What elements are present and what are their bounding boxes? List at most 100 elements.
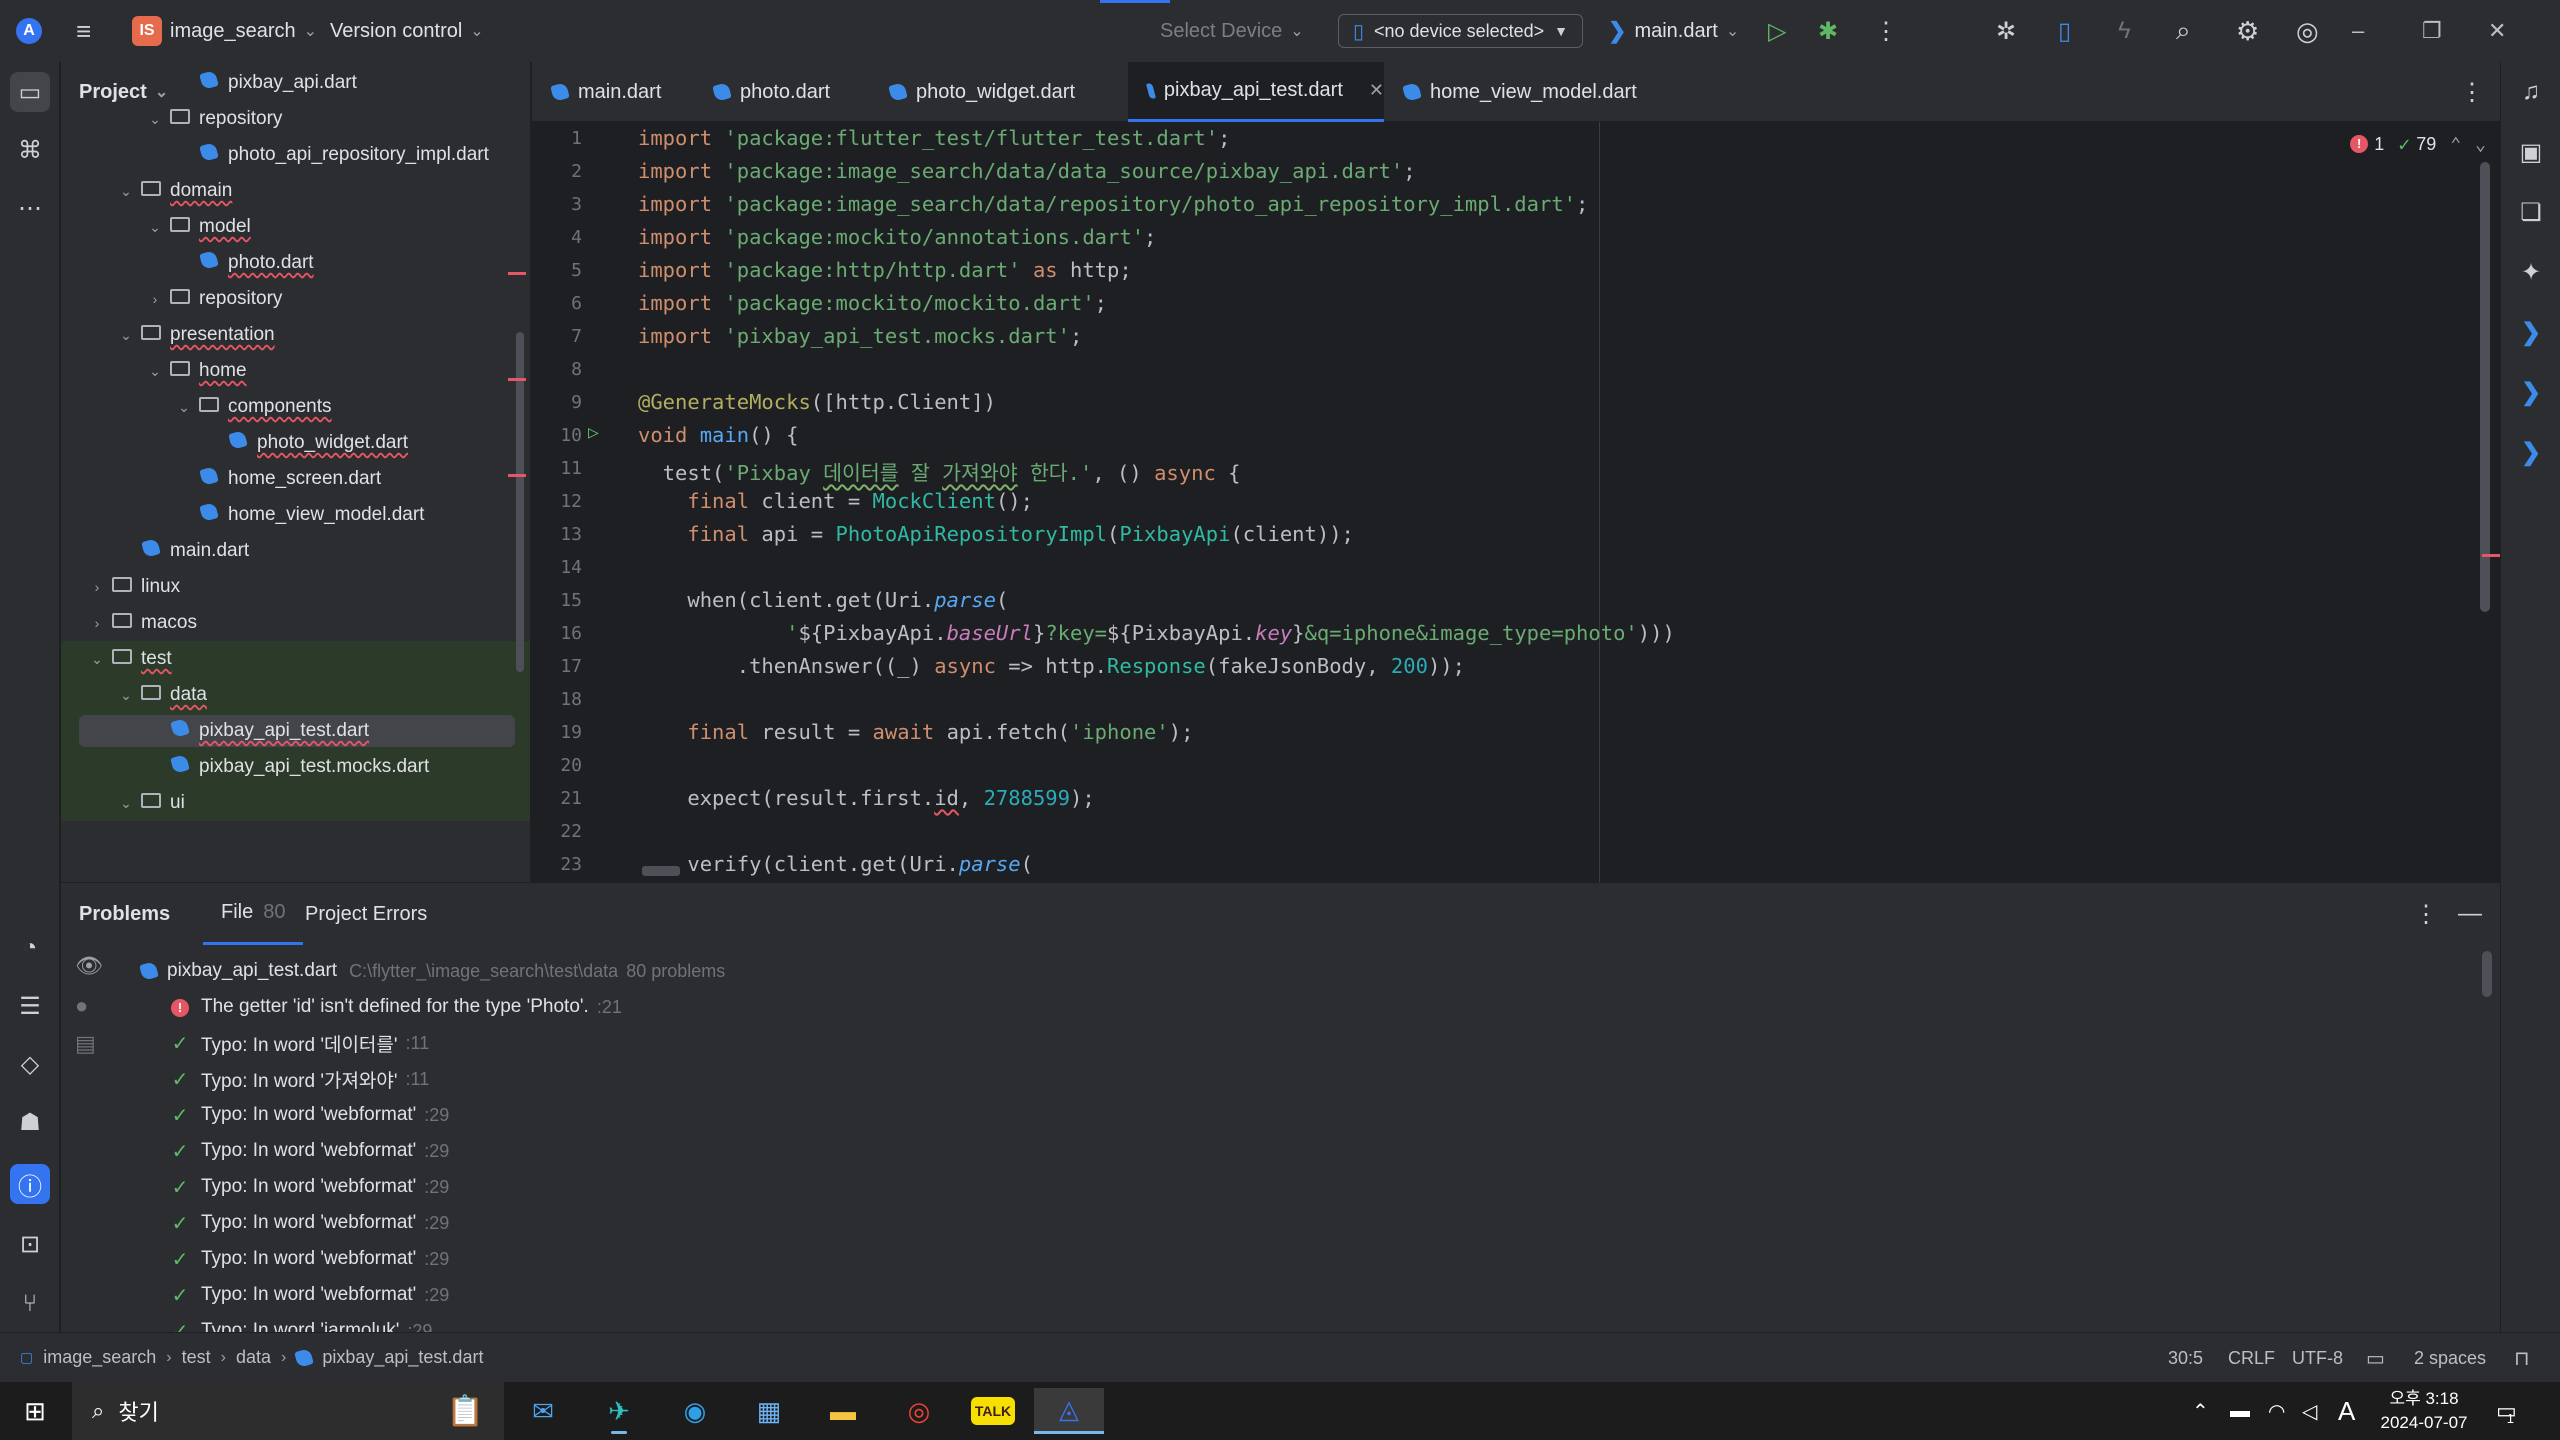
project-tool-button[interactable]: ▭ [10,72,50,112]
tree-folder[interactable]: ⌄ ui [61,785,530,821]
problems-scrollbar[interactable] [2482,951,2492,997]
git-tool-button[interactable]: ⑂ [10,1284,50,1324]
problem-typo-row[interactable]: ✓ Typo: In word 'webformat':29 [169,1277,450,1313]
run-test-gutter-icon[interactable]: ▷ [588,422,599,443]
chevron-right-icon[interactable]: › [85,615,109,631]
start-button[interactable]: ⊞ [0,1382,70,1440]
tree-folder[interactable]: ⌄ domain [61,173,530,209]
chevron-up-icon[interactable]: ⌃ [2450,134,2461,155]
breadcrumb-item[interactable]: test [182,1347,211,1368]
flutter-performance-button[interactable]: ◔ [10,928,50,968]
dart-analysis-button[interactable]: ◇ [10,1044,50,1084]
minimize-button[interactable]: – [2352,0,2412,62]
hot-reload-button[interactable]: ϟ [2118,0,2131,62]
run-button[interactable]: ▷ [1768,0,1786,62]
tree-folder[interactable]: › macos [61,605,530,641]
notifications-button[interactable]: ♫ [2511,72,2551,112]
editor-tab[interactable]: home_view_model.dart [1384,62,1644,122]
tree-file[interactable]: photo_api_repository_impl.dart [61,137,530,173]
run-config-dropdown[interactable]: ❯ main.dart ⌄ [1608,0,1739,62]
lightbulb-icon[interactable]: ● [75,993,88,1019]
debug-button[interactable]: ✱ [1818,0,1838,62]
tab-actions-button[interactable]: ⋮ [2460,62,2484,122]
chevron-down-icon[interactable]: ⌄ [114,327,138,344]
taskbar-search[interactable]: ⌕ 찾기 📋 [72,1382,504,1440]
battery-icon[interactable]: ▬ [2230,1382,2250,1440]
breadcrumb-item[interactable]: data [236,1347,271,1368]
tree-file[interactable]: pixbay_api.dart [61,65,530,101]
notification-center[interactable]: ▭ 1 [2496,1382,2517,1440]
editor-tab-active[interactable]: pixbay_api_test.dart ✕ [1128,62,1384,122]
explorer-app[interactable]: ▬ [808,1388,878,1434]
problems-tool-button[interactable]: ⓘ [10,1164,50,1204]
wifi-icon[interactable]: ◠ [2268,1382,2285,1440]
chrome-app[interactable]: ◎ [884,1388,954,1434]
close-tab-icon[interactable]: ✕ [1369,80,1384,101]
chevron-down-icon[interactable]: ⌄ [114,183,138,200]
gemini-button[interactable]: ✦ [2511,252,2551,292]
flutter-inspector-side-button[interactable]: ❯ [2511,372,2551,412]
hide-panel-button[interactable]: — [2458,883,2482,945]
kakaotalk-app[interactable]: TALK [958,1388,1028,1434]
tree-file[interactable]: main.dart [61,533,530,569]
inspection-widget[interactable]: ! 1 ✓ 79 ⌃ ⌄ [2350,132,2486,156]
device-mirroring-button[interactable]: ▣ [2511,132,2551,172]
close-window-button[interactable]: ✕ [2488,0,2548,62]
problem-typo-row[interactable]: ✓ Typo: In word 'webformat':29 [169,1205,450,1241]
mail-app[interactable]: ✉ [508,1388,578,1434]
more-actions-button[interactable]: ⋮ [1874,0,1898,62]
volume-icon[interactable]: ◁ [2302,1382,2317,1440]
tree-folder[interactable]: ⌄ repository [61,101,530,137]
account-button[interactable]: ◎ [2296,0,2319,62]
tree-file[interactable]: pixbay_api_test.mocks.dart [61,749,530,785]
project-switcher[interactable]: IS image_search ⌄ [132,0,317,62]
store-app[interactable]: ▦ [734,1388,804,1434]
code-editor[interactable]: ! 1 ✓ 79 ⌃ ⌄ 1 2 3 4 5 6 7 8 9 10 11 12 13 14 15 16 17 18… [532,122,2500,882]
tree-folder[interactable]: › linux [61,569,530,605]
lock-icon[interactable]: ⊓ [2514,1333,2530,1383]
device-manager-button[interactable]: ▯ [2058,0,2071,62]
clock[interactable]: 오후 3:18 2024-07-07 [2374,1382,2474,1440]
error-stripe-mark[interactable] [2482,554,2500,557]
line-ending[interactable]: CRLF [2228,1333,2275,1383]
tree-folder[interactable]: ⌄ components [61,389,530,425]
problems-options-button[interactable]: ⋮ [2414,883,2438,945]
chevron-down-icon[interactable]: ⌄ [143,219,167,236]
tree-file[interactable]: home_screen.dart [61,461,530,497]
chevron-down-icon[interactable]: ⌄ [172,399,196,416]
chevron-right-icon[interactable]: › [143,291,167,307]
editor-scrollbar[interactable] [2480,162,2490,612]
editor-tab[interactable]: photo.dart [694,62,870,122]
chevron-down-icon[interactable]: ⌄ [143,111,167,128]
chevron-down-icon[interactable]: ⌄ [85,651,109,668]
android-studio-app[interactable]: ◬ [1034,1388,1104,1434]
structure-tool-button[interactable]: ⌘ [10,130,50,170]
chevron-down-icon[interactable]: ⌄ [114,687,138,704]
problem-typo-row[interactable]: ✓ Typo: In word 'webformat':29 [169,1133,450,1169]
flutter-inspector-button[interactable]: ✲ [1996,0,2016,62]
file-encoding[interactable]: UTF-8 [2292,1333,2343,1383]
vcs-menu[interactable]: Version control ⌄ [330,0,484,62]
select-device-dropdown[interactable]: Select Device ⌄ [1160,0,1304,62]
tree-folder[interactable]: ⌄ presentation [61,317,530,353]
chevron-down-icon[interactable]: ⌄ [2475,134,2486,155]
running-devices-button[interactable]: ❏ [2511,192,2551,232]
problem-file-row[interactable]: pixbay_api_test.dart C:\flytter_\image_s… [139,953,725,989]
indent-setting[interactable]: 2 spaces [2414,1333,2486,1383]
tab-file-problems[interactable]: File 80 [203,883,304,945]
tree-folder[interactable]: ⌄ test [61,641,530,677]
eye-icon[interactable]: 👁 [75,953,103,979]
chevron-down-icon[interactable]: ⌄ [143,363,167,380]
tree-folder[interactable]: ⌄ home [61,353,530,389]
problem-typo-row[interactable]: ✓ Typo: In word 'webformat':29 [169,1097,450,1133]
more-tools-button[interactable]: ⋯ [10,188,50,228]
context-icon[interactable]: ▭ [2366,1333,2385,1383]
tree-file[interactable]: pixbay_api_test.dart [61,713,530,749]
restore-button[interactable]: ❐ [2422,0,2482,62]
problem-typo-row[interactable]: ✓ Typo: In word '가져와야':11 [169,1061,430,1097]
settings-button[interactable]: ⚙ [2236,0,2259,62]
editor-tab[interactable]: main.dart [532,62,694,122]
chevron-right-icon[interactable]: › [85,579,109,595]
tree-folder[interactable]: ⌄ model [61,209,530,245]
caret-position[interactable]: 30:5 [2168,1333,2203,1383]
